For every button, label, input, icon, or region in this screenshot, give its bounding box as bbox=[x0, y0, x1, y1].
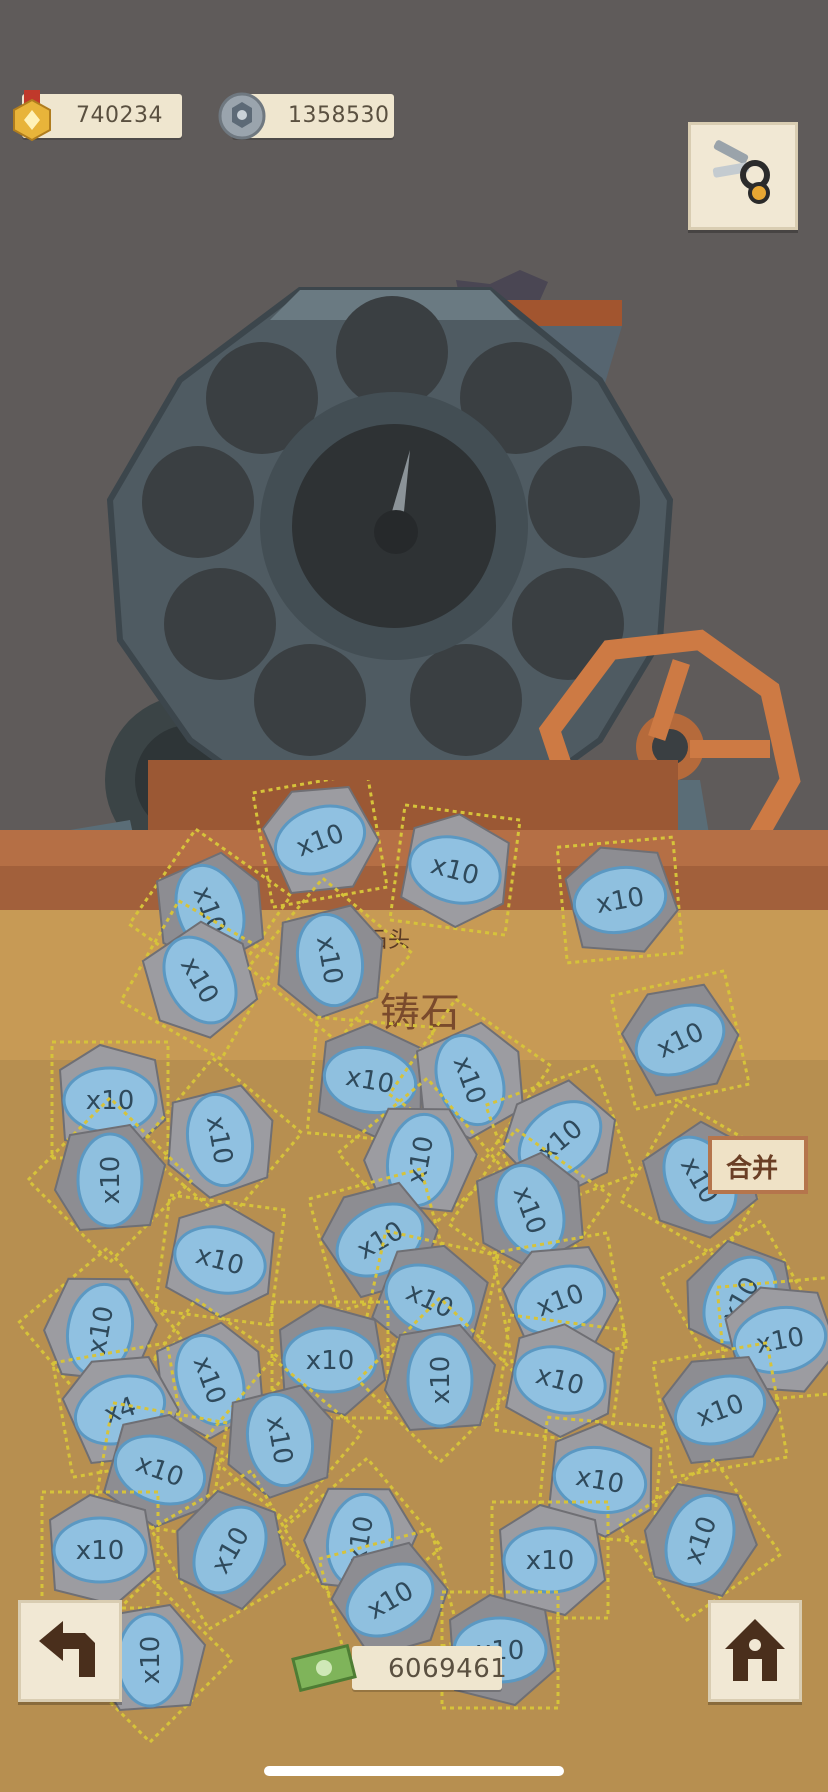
money-value: 6069461 bbox=[388, 1654, 508, 1684]
stone-field[interactable]: x10 x10 x10 x10 x10 x10 x10 x10 x10 x10 x10 x10 x10 x… bbox=[0, 771, 828, 1770]
stone[interactable]: x10 bbox=[40, 1490, 160, 1610]
medal-icon bbox=[10, 90, 54, 142]
stone-badge-label: x10 bbox=[86, 1086, 134, 1116]
nut-icon bbox=[218, 92, 266, 140]
stone[interactable]: x10 bbox=[555, 835, 685, 965]
stone-badge-label: x10 bbox=[426, 1356, 456, 1404]
scissors-button[interactable] bbox=[688, 122, 798, 230]
home-indicator bbox=[264, 1766, 564, 1776]
home-icon bbox=[721, 1615, 789, 1685]
stone[interactable]: x10 bbox=[153, 1193, 287, 1327]
stone-badge-label: x10 bbox=[76, 1536, 124, 1566]
nut-value: 1358530 bbox=[288, 103, 390, 128]
medal-counter: 740234 bbox=[13, 90, 182, 142]
back-button[interactable] bbox=[18, 1600, 122, 1702]
merge-label: 合并 bbox=[726, 1154, 779, 1184]
money-icon bbox=[290, 1643, 360, 1693]
back-arrow-icon bbox=[33, 1617, 107, 1685]
stone-graphics: x10x10x10x10x10 x10x10x10 x10x10x10x10x10x… bbox=[16, 771, 828, 1745]
stone[interactable]: x10 bbox=[136, 1056, 304, 1224]
stone[interactable]: x10 bbox=[251, 771, 391, 909]
home-button[interactable] bbox=[708, 1600, 802, 1702]
nut-counter: 1358530 bbox=[218, 92, 394, 140]
stone-badge-label: x10 bbox=[526, 1546, 574, 1576]
scissors-icon bbox=[707, 139, 779, 211]
medal-value: 740234 bbox=[76, 103, 163, 128]
merge-button[interactable]: 合并 bbox=[708, 1136, 808, 1194]
money-counter: 6069461 bbox=[291, 1643, 507, 1693]
stone-badge-label: x10 bbox=[306, 1346, 354, 1376]
stone[interactable]: x10 bbox=[609, 967, 753, 1111]
stone[interactable]: x10 bbox=[388, 803, 522, 937]
stone-badge-label: x10 bbox=[136, 1636, 166, 1684]
stone-badge-label: x10 bbox=[96, 1156, 126, 1204]
